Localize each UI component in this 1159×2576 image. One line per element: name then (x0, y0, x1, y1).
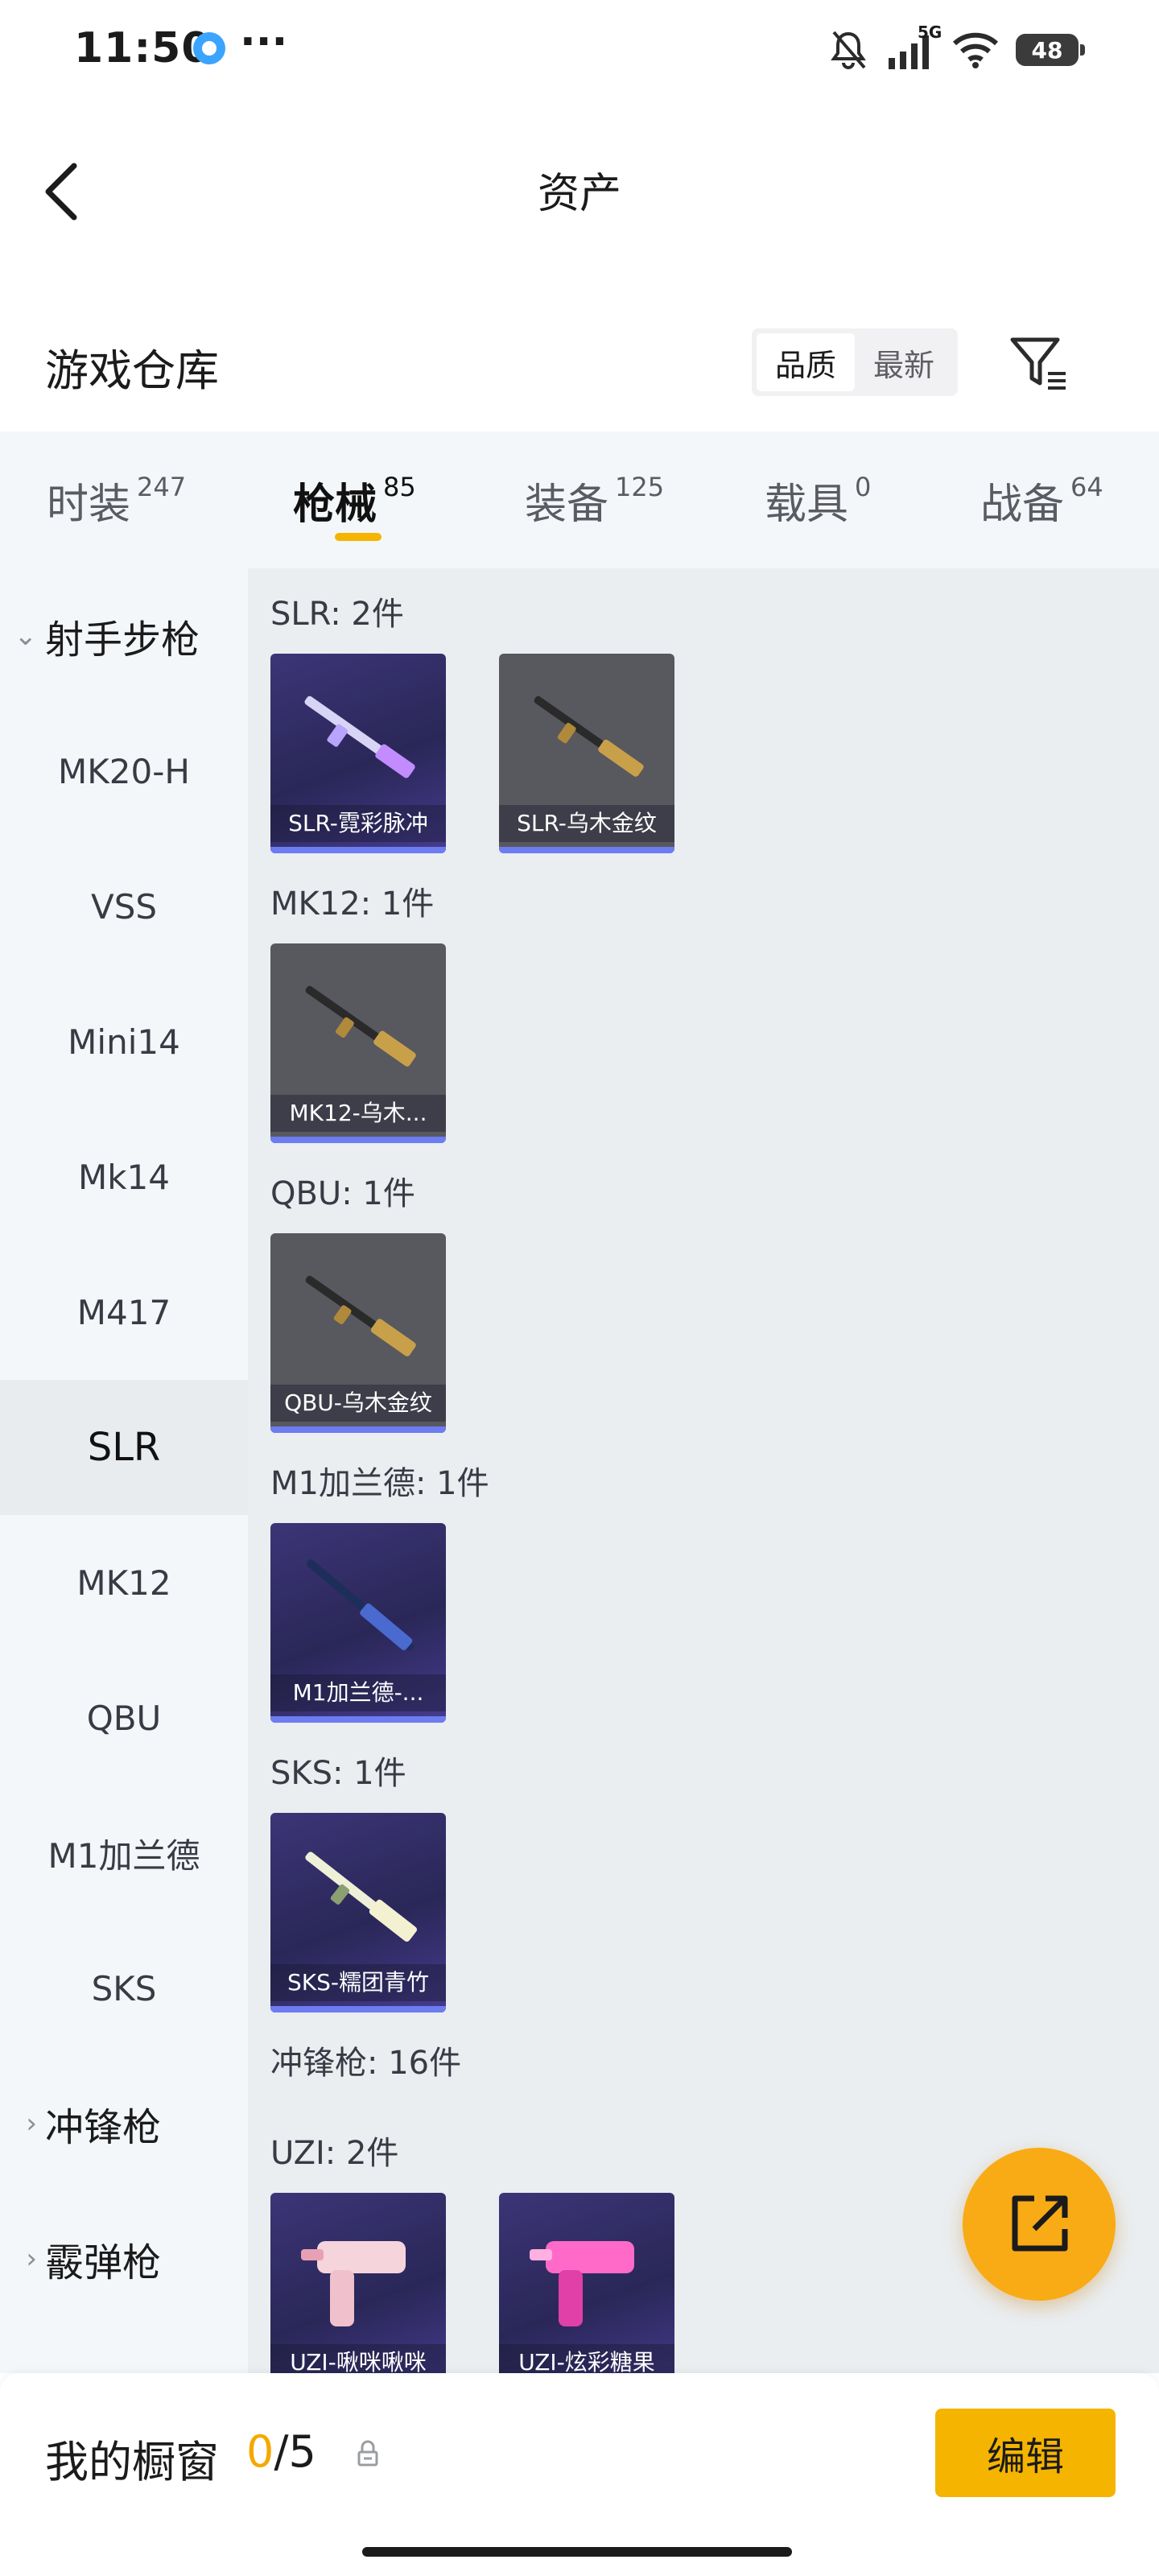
group-title-m1-garand: M1加兰德: 1件 (270, 1465, 489, 1502)
active-tab-indicator (335, 533, 382, 541)
group-title-sks: SKS: 1件 (270, 1755, 406, 1792)
sidebar-item-mk14[interactable]: Mk14 (0, 1109, 248, 1245)
tab-count: 125 (615, 472, 665, 502)
skin-name: SLR-乌木金纹 (499, 805, 674, 842)
sort-toggle: 品质 最新 (752, 328, 958, 396)
rifle-icon (305, 985, 416, 1067)
status-icons: 5G 48 (829, 23, 1085, 76)
rifle-icon (534, 696, 644, 777)
sidebar-item-slr[interactable]: SLR (0, 1380, 248, 1515)
group-title-uzi: UZI: 2件 (270, 2135, 399, 2172)
rifle-icon (304, 696, 415, 778)
mute-bell-icon (831, 31, 866, 69)
skin-name: UZI-炫彩糖果 (499, 2344, 674, 2373)
sidebar-group-label: 冲锋枪 (45, 2105, 162, 2150)
network-type: 5G (918, 23, 942, 42)
sidebar-group-label: 霰弹枪 (45, 2240, 162, 2285)
home-indicator (362, 2547, 792, 2557)
wifi-icon (952, 32, 999, 68)
tab-vehicles[interactable]: 载具 0 (765, 470, 871, 530)
sidebar-item-m417[interactable]: M417 (0, 1245, 248, 1380)
page-title: 资产 (537, 170, 621, 218)
app-notification-icon (193, 32, 225, 64)
group-title-mk12: MK12: 1件 (270, 886, 435, 923)
category-tabs: 时装 247 枪械 85 装备 125 载具 0 战备 64 (0, 431, 1159, 568)
sidebar-item-m1-garand[interactable]: M1加兰德 (0, 1785, 248, 1921)
group-title-qbu: QBU: 1件 (270, 1175, 415, 1212)
status-time: 11:50 (74, 24, 212, 72)
sidebar-item-qbu[interactable]: QBU (0, 1650, 248, 1785)
weapon-sidebar: ⌄ 射手步枪 MK20-H VSS Mini14 Mk14 M417 SLR M… (0, 568, 248, 2373)
smg-icon (301, 2241, 406, 2326)
group-title-slr: SLR: 2件 (270, 596, 404, 633)
skin-name: UZI-啾咪啾咪 (270, 2344, 446, 2373)
skin-card[interactable]: SKS-糯团青竹 (270, 1813, 446, 2013)
battery-icon: 48 (1016, 34, 1085, 66)
skin-card[interactable]: M1加兰德-... (270, 1523, 446, 1723)
warehouse-header: 游戏仓库 品质 最新 (0, 287, 1159, 431)
sidebar-item-mini14[interactable]: Mini14 (0, 974, 248, 1109)
tab-supplies[interactable]: 战备 64 (980, 470, 1103, 530)
showcase-label: 我的橱窗 (45, 2437, 219, 2487)
chevron-right-icon: › (26, 2107, 37, 2140)
skin-card[interactable]: QBU-乌木金纹 (270, 1233, 446, 1433)
skin-name: SKS-糯团青竹 (270, 1964, 446, 2001)
skin-name: MK12-乌木... (270, 1095, 446, 1132)
tab-label: 枪械 (293, 481, 377, 529)
share-external-icon (1012, 2195, 1068, 2252)
showcase-total: /5 (274, 2426, 316, 2477)
tab-label: 装备 (525, 481, 609, 529)
tab-count: 85 (383, 472, 416, 502)
rifle-icon (306, 1559, 415, 1651)
sidebar-group-label: 射手步枪 (45, 617, 200, 663)
page-header: 资产 (0, 100, 1159, 287)
tab-label: 时装 (47, 481, 131, 529)
status-bar: 11:50 ··· 5G 48 (0, 0, 1159, 100)
sidebar-item-mk20h[interactable]: MK20-H (0, 704, 248, 839)
skin-name: QBU-乌木金纹 (270, 1385, 446, 1422)
smg-icon (530, 2241, 634, 2326)
filter-icon[interactable] (1008, 332, 1072, 396)
rifle-icon (305, 1852, 418, 1942)
sidebar-item-mk12[interactable]: MK12 (0, 1515, 248, 1650)
sidebar-group-shotgun[interactable]: › 霰弹枪 (0, 2191, 248, 2326)
tab-count: 247 (137, 472, 187, 502)
skin-name: SLR-霓彩脉冲 (270, 805, 446, 842)
tab-equipment[interactable]: 装备 125 (525, 470, 664, 530)
skin-name: M1加兰德-... (270, 1674, 446, 1711)
skin-card[interactable]: SLR-乌木金纹 (499, 654, 674, 853)
tab-firearms[interactable]: 枪械 85 (293, 470, 416, 530)
showcase-current: 0 (246, 2426, 274, 2477)
status-more-icon: ··· (240, 18, 288, 66)
tab-count: 0 (855, 472, 872, 502)
skin-card[interactable]: UZI-啾咪啾咪 (270, 2193, 446, 2373)
sidebar-item-sks[interactable]: SKS (0, 1921, 248, 2056)
skin-card[interactable]: SLR-霓彩脉冲 (270, 654, 446, 853)
weapon-list: SLR: 2件 SLR-霓彩脉冲 SLR-乌木金纹 MK12: 1件 MK12-… (248, 568, 1159, 2373)
sidebar-group-marksman[interactable]: ⌄ 射手步枪 (0, 568, 248, 704)
tab-label: 载具 (765, 481, 849, 529)
sort-quality-button[interactable]: 品质 (757, 333, 855, 391)
rifle-icon (305, 1275, 416, 1356)
edit-button[interactable]: 编辑 (935, 2409, 1116, 2497)
showcase-bar: 我的橱窗 0/5 编辑 (0, 2373, 1159, 2576)
cellular-signal-icon: 5G (884, 23, 942, 72)
tab-label: 战备 (980, 481, 1065, 529)
tab-fashion[interactable]: 时装 247 (47, 470, 186, 530)
skin-card[interactable]: MK12-乌木... (270, 943, 446, 1143)
share-fab[interactable] (963, 2148, 1116, 2301)
lock-icon (357, 2440, 378, 2467)
sort-newest-button[interactable]: 最新 (855, 333, 953, 391)
chevron-right-icon: › (26, 2243, 37, 2275)
sidebar-group-smg[interactable]: › 冲锋枪 (0, 2056, 248, 2191)
category-title-smg: 冲锋枪: 16件 (270, 2045, 462, 2082)
chevron-down-icon: ⌄ (14, 620, 38, 652)
sidebar-item-vss[interactable]: VSS (0, 839, 248, 974)
tab-count: 64 (1070, 472, 1103, 502)
warehouse-title: 游戏仓库 (45, 345, 219, 396)
showcase-count: 0/5 (246, 2426, 316, 2477)
skin-card[interactable]: UZI-炫彩糖果 (499, 2193, 674, 2373)
